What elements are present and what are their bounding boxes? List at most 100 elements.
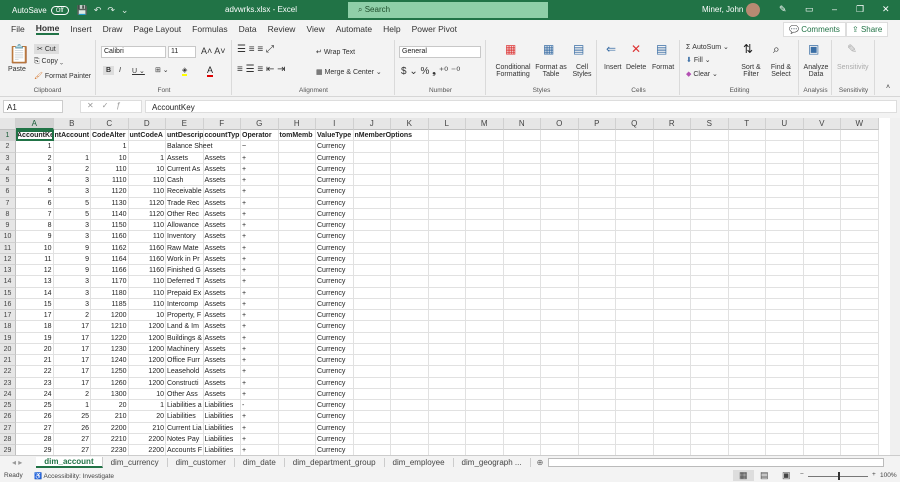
restore-button[interactable]: ❐ (856, 4, 864, 15)
cell-Q12[interactable] (616, 253, 654, 265)
cell-V8[interactable] (803, 208, 841, 220)
cell-W27[interactable] (841, 422, 879, 434)
avatar[interactable] (746, 3, 760, 17)
paste-icon[interactable]: 📋 (8, 44, 30, 65)
cell-T26[interactable] (728, 411, 766, 423)
cell-E23[interactable]: Constructi (166, 377, 204, 389)
cell-L27[interactable] (428, 422, 466, 434)
cell-K5[interactable] (391, 175, 429, 187)
cell-J2[interactable] (353, 141, 391, 153)
analyze-data-button[interactable]: Analyze Data (802, 64, 830, 78)
cell-S22[interactable] (691, 366, 729, 378)
cell-R29[interactable] (654, 445, 691, 455)
pen-icon[interactable]: ✎ (779, 4, 787, 15)
column-header-O[interactable]: O (541, 118, 579, 130)
cell-K24[interactable] (391, 388, 429, 400)
cell-B4[interactable]: 2 (53, 163, 91, 175)
row-header-9[interactable]: 9 (0, 220, 16, 232)
cell-R16[interactable] (653, 298, 691, 310)
copy-button[interactable]: ⎘ Copy ⌄ (34, 58, 63, 66)
cell-I20[interactable]: Currency (316, 343, 354, 355)
cell-S18[interactable] (691, 321, 729, 333)
cell-V7[interactable] (803, 197, 841, 209)
cell-C9[interactable]: 1150 (91, 220, 129, 232)
cell-W3[interactable] (841, 152, 879, 164)
cell-M28[interactable] (466, 433, 504, 445)
column-header-W[interactable]: W (841, 118, 879, 130)
cell-J6[interactable] (353, 186, 391, 198)
cell-L9[interactable] (428, 220, 466, 232)
cell-O15[interactable] (541, 287, 579, 299)
cell-L28[interactable] (428, 433, 466, 445)
row-header-23[interactable]: 23 (0, 377, 16, 389)
cell-U21[interactable] (766, 355, 804, 367)
cell-L16[interactable] (428, 298, 466, 310)
cell-M18[interactable] (466, 321, 504, 333)
cell-E7[interactable]: Trade Rec (166, 197, 204, 209)
cell-M15[interactable] (466, 287, 504, 299)
cell-H29[interactable] (279, 445, 316, 455)
cell-G12[interactable]: + (241, 253, 279, 265)
cell-A5[interactable]: 4 (16, 175, 54, 187)
font-name-select[interactable]: Calibri (101, 46, 166, 58)
cell-D1[interactable]: untCodeA (128, 130, 166, 142)
column-header-N[interactable]: N (503, 118, 541, 130)
cell-N15[interactable] (503, 287, 541, 299)
cell-F7[interactable]: Assets (203, 197, 241, 209)
cell-N10[interactable] (503, 231, 541, 243)
cell-M13[interactable] (466, 265, 504, 277)
cell-M10[interactable] (466, 231, 504, 243)
cell-N21[interactable] (503, 355, 541, 367)
cell-L25[interactable] (428, 400, 466, 412)
cell-Q1[interactable] (616, 130, 654, 142)
cell-I12[interactable]: Currency (316, 253, 354, 265)
cell-L11[interactable] (428, 242, 466, 254)
cell-F4[interactable]: Assets (203, 163, 241, 175)
cell-G25[interactable]: - (241, 400, 279, 412)
cell-T3[interactable] (728, 152, 766, 164)
underline-button[interactable]: U ⌄ (132, 67, 145, 75)
cell-F1[interactable]: ccountTyp (203, 130, 241, 142)
cell-H22[interactable] (278, 366, 316, 378)
cell-D21[interactable]: 1200 (128, 355, 166, 367)
cell-C15[interactable]: 1180 (91, 287, 129, 299)
cell-Q6[interactable] (616, 186, 654, 198)
cell-S16[interactable] (691, 298, 729, 310)
cell-A21[interactable]: 21 (16, 355, 54, 367)
cell-K16[interactable] (391, 298, 429, 310)
cell-G2[interactable]: ~ (241, 141, 279, 153)
cell-Q27[interactable] (616, 422, 654, 434)
cell-W7[interactable] (841, 197, 879, 209)
row-header-1[interactable]: 1 (0, 130, 16, 142)
cell-A29[interactable]: 29 (16, 445, 54, 455)
cell-B20[interactable]: 17 (53, 343, 91, 355)
cell-J9[interactable] (353, 220, 391, 232)
cell-O27[interactable] (541, 422, 579, 434)
cell-D2[interactable] (128, 141, 166, 153)
row-header-3[interactable]: 3 (0, 152, 16, 164)
cell-D29[interactable]: 2200 (129, 445, 166, 455)
cell-J13[interactable] (353, 265, 391, 277)
cell-L6[interactable] (428, 186, 466, 198)
row-header-11[interactable]: 11 (0, 242, 16, 254)
cell-G17[interactable]: + (241, 310, 279, 322)
cell-U3[interactable] (766, 152, 804, 164)
cell-Q22[interactable] (616, 366, 654, 378)
cell-Q18[interactable] (616, 321, 654, 333)
cell-T7[interactable] (728, 197, 766, 209)
cell-P23[interactable] (578, 377, 616, 389)
spreadsheet-grid[interactable]: A B C D E F G H I J K L M N O P Q R S T U V W 1 AccountKe ntAccou… (0, 118, 890, 455)
cell-A20[interactable]: 20 (16, 343, 54, 355)
cell-Q23[interactable] (616, 377, 654, 389)
cell-O24[interactable] (541, 388, 579, 400)
cell-A15[interactable]: 14 (16, 287, 54, 299)
cell-M6[interactable] (466, 186, 504, 198)
cell-W24[interactable] (841, 388, 879, 400)
cell-M19[interactable] (466, 332, 504, 344)
cell-M16[interactable] (466, 298, 504, 310)
cell-H2[interactable] (278, 141, 316, 153)
cell-G24[interactable]: + (241, 388, 279, 400)
user-name[interactable]: Miner, John (702, 5, 743, 14)
cell-C6[interactable]: 1120 (91, 186, 129, 198)
cell-B3[interactable]: 1 (53, 152, 91, 164)
